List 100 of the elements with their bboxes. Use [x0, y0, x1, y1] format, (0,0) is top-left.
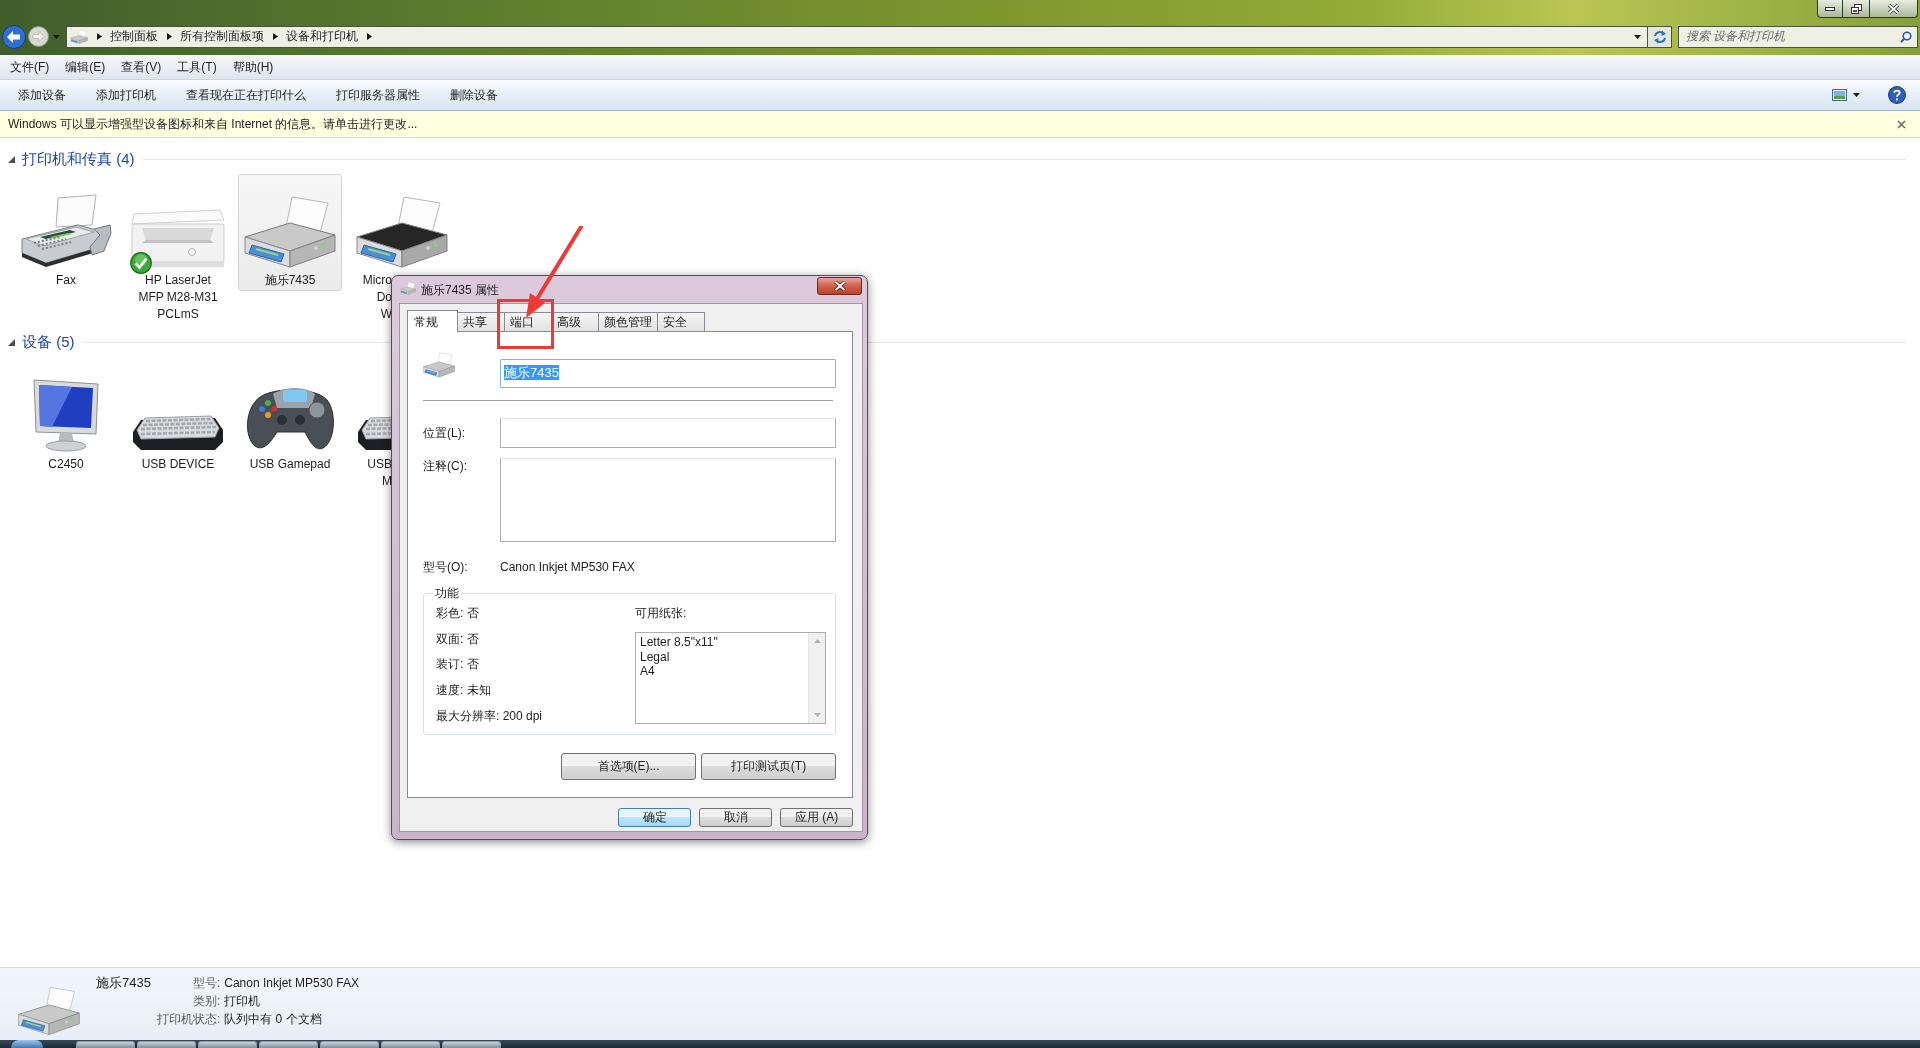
field-label: 位置(L):	[423, 424, 466, 442]
detail-value: Canon Inkjet MP530 FAX	[223, 976, 359, 990]
info-message[interactable]: Windows 可以显示增强型设备图标和来自 Internet 的信息。请单击进行更改...	[8, 115, 1897, 133]
feature-text: 双面: 否	[436, 630, 480, 648]
comment-field[interactable]	[500, 458, 836, 542]
breadcrumb[interactable]: 控制面板	[110, 28, 158, 45]
collapse-triangle-icon[interactable]	[8, 155, 15, 163]
dialog-button[interactable]: 打印测试页(T)	[701, 752, 836, 780]
fax-machine-icon	[20, 194, 112, 268]
device-label: HP LaserJet MFP M28-M31 PCLmS	[137, 272, 219, 323]
location-field[interactable]	[500, 418, 836, 448]
menu-item[interactable]: 查看(V)	[113, 56, 170, 78]
menu-item[interactable]: 文件(F)	[2, 56, 58, 78]
device-label: 施乐7435	[263, 272, 317, 289]
device-label: Fax	[55, 272, 77, 289]
device-label: USB Gamepad	[248, 456, 332, 473]
close-icon	[833, 281, 846, 291]
restore-icon	[1850, 3, 1862, 14]
field-label: 型号(O):	[423, 559, 469, 576]
tab[interactable]: 高级	[552, 312, 599, 331]
printer-icon	[130, 206, 226, 268]
device-name: 施乐7435	[96, 974, 151, 992]
close-icon	[1888, 3, 1899, 14]
chevron-icon[interactable]	[167, 33, 172, 40]
close-icon[interactable]	[1897, 119, 1906, 129]
paper-option[interactable]: Letter 8.5"x11"	[640, 635, 718, 650]
tab[interactable]: 安全	[658, 312, 705, 331]
minimize-icon	[1825, 6, 1835, 11]
restore-button[interactable]	[1843, 0, 1870, 18]
search-field[interactable]: 搜索 设备和打印机	[1678, 25, 1918, 48]
refresh-button[interactable]	[1648, 25, 1672, 48]
detail-label: 打印机状态:	[156, 1010, 221, 1028]
start-button[interactable]	[11, 1040, 43, 1048]
detail-label: 型号:	[191, 974, 221, 992]
device-item[interactable]: C2450	[14, 358, 118, 475]
address-bar[interactable]: 控制面板 所有控制面板项 设备和打印机	[66, 25, 1648, 48]
tab[interactable]: 常规	[407, 310, 458, 332]
feature-text: 彩色: 否	[436, 605, 480, 622]
tab[interactable]: 颜色管理	[599, 312, 658, 331]
refresh-icon	[1652, 29, 1667, 44]
feature-text: 最大分辨率: 200 dpi	[436, 707, 544, 725]
breadcrumb[interactable]: 设备和打印机	[286, 28, 358, 45]
device-item[interactable]: USB Gamepad	[238, 358, 342, 475]
chevron-icon[interactable]	[367, 33, 372, 40]
printer-icon	[70, 29, 88, 44]
tab[interactable]: 端口	[505, 312, 552, 331]
toolbar-button[interactable]: 删除设备	[435, 83, 513, 107]
device-item[interactable]: USB DEVICE	[126, 358, 230, 475]
view-options-icon[interactable]	[1832, 89, 1847, 101]
group-title[interactable]: 设备 (5)	[22, 332, 75, 352]
back-button[interactable]	[2, 24, 26, 49]
group-title[interactable]: 打印机和传真 (4)	[22, 149, 135, 169]
dialog-button[interactable]: 首选项(E)...	[561, 752, 696, 780]
printer-icon	[356, 196, 448, 268]
chevron-icon[interactable]	[97, 33, 102, 40]
device-label: USB DEVICE	[140, 456, 216, 473]
paper-option[interactable]: Legal	[640, 649, 670, 664]
feature-text: 速度: 未知	[436, 682, 492, 700]
printer-icon	[18, 986, 80, 1036]
close-button[interactable]	[1870, 0, 1918, 18]
group-title: 功能	[434, 585, 460, 601]
close-button[interactable]	[817, 277, 862, 295]
toolbar-button[interactable]: 查看现在正在打印什么	[171, 83, 321, 107]
detail-label: 类别:	[191, 992, 221, 1010]
field-label: 注释(C):	[423, 458, 468, 475]
paper-option[interactable]: A4	[640, 664, 655, 679]
dialog-button[interactable]: 确定	[618, 808, 691, 827]
device-label[interactable]: USB M	[351, 456, 392, 490]
detail-value: 打印机	[223, 992, 262, 1010]
paper-label: 可用纸张:	[635, 605, 688, 622]
printer-icon	[244, 196, 336, 268]
detail-value: 队列中有 0 个文档	[223, 1010, 323, 1028]
forward-button[interactable]	[28, 26, 49, 47]
dialog-button[interactable]: 应用 (A)	[780, 808, 853, 827]
collapse-triangle-icon[interactable]	[8, 338, 15, 346]
toolbar-button[interactable]: 打印服务器属性	[321, 83, 435, 107]
chevron-icon[interactable]	[273, 33, 278, 40]
paper-list[interactable]: Letter 8.5"x11" Legal A4	[635, 632, 826, 724]
dialog-button[interactable]: 取消	[699, 808, 772, 827]
search-icon[interactable]	[1900, 30, 1912, 43]
toolbar-button[interactable]: 添加打印机	[81, 83, 171, 107]
monitor-icon	[32, 378, 100, 452]
toolbar-button[interactable]: 添加设备	[3, 83, 81, 107]
tab[interactable]: 共享	[458, 312, 505, 331]
device-item[interactable]: HP LaserJet MFP M28-M31 PCLmS	[126, 174, 230, 325]
dropdown-caret-icon[interactable]	[1853, 93, 1860, 97]
printer-icon	[400, 282, 416, 295]
device-label: C2450	[47, 456, 85, 473]
breadcrumb[interactable]: 所有控制面板项	[180, 28, 264, 45]
menu-item[interactable]: 帮助(H)	[224, 56, 282, 78]
device-item[interactable]: Fax	[14, 174, 118, 291]
feature-text: 装订: 否	[436, 656, 480, 674]
device-item[interactable]: 施乐7435	[238, 174, 342, 291]
minimize-button[interactable]	[1817, 0, 1843, 18]
printer-icon	[423, 352, 455, 378]
dropdown-caret-icon[interactable]	[1634, 34, 1641, 39]
model-value: Canon Inkjet MP530 FAX	[500, 559, 635, 576]
menu-item[interactable]: 工具(T)	[169, 56, 225, 78]
help-icon[interactable]	[1888, 86, 1906, 104]
menu-item[interactable]: 编辑(E)	[57, 56, 114, 78]
